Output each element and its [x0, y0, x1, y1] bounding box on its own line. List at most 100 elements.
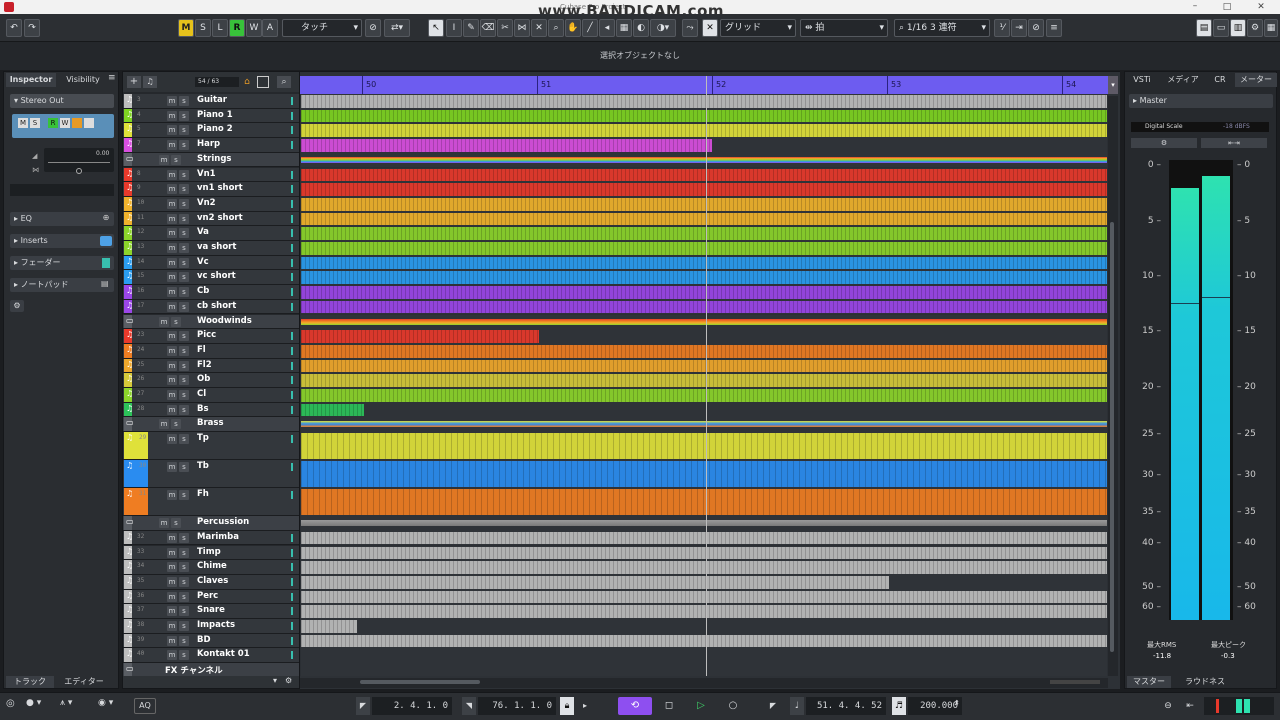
lane-tp[interactable]: [301, 432, 1107, 461]
solo-button[interactable]: s: [179, 110, 189, 121]
track-row-cb-short[interactable]: ♫ 17 m s cb short: [123, 299, 299, 315]
mute-button[interactable]: m: [167, 532, 177, 543]
midi-part[interactable]: [301, 212, 1107, 226]
solo-button[interactable]: s: [171, 316, 181, 327]
tempo-spin-icon[interactable]: ⬍: [954, 699, 960, 707]
locate-icon[interactable]: ◤: [766, 697, 780, 715]
solo-button[interactable]: s: [179, 635, 189, 646]
close-button[interactable]: ✕: [1246, 0, 1276, 14]
track-row-chime[interactable]: ♫ 34 m s Chime: [123, 560, 299, 575]
midi-part[interactable]: [301, 403, 364, 417]
midi-part[interactable]: [301, 561, 1107, 574]
solo-button[interactable]: s: [179, 287, 189, 298]
line-tool-icon[interactable]: ╱: [582, 19, 598, 37]
midi-part[interactable]: [301, 300, 1107, 314]
solo-all-button[interactable]: S: [195, 19, 211, 37]
midi-part[interactable]: [301, 590, 1107, 604]
track-row-piano-1[interactable]: ♫ 4 m s Piano 1: [123, 108, 299, 124]
solo-button[interactable]: s: [179, 125, 189, 136]
timeline-ruler[interactable]: 50 51 52 53 54: [300, 76, 1108, 94]
mute-button[interactable]: m: [167, 243, 177, 253]
midi-part[interactable]: [301, 168, 1107, 182]
mute-button[interactable]: m: [167, 96, 177, 106]
ruler-bar-54[interactable]: 54: [1062, 76, 1076, 94]
track-row-vc[interactable]: ♫ 14 m s Vc: [123, 255, 299, 271]
audio-performance-button[interactable]: ⩚ ▾: [60, 698, 86, 714]
midi-part[interactable]: [301, 359, 1107, 373]
mute-button[interactable]: m: [167, 272, 177, 283]
fader-handle[interactable]: [48, 162, 110, 163]
hand-tool-icon[interactable]: ✋: [565, 19, 581, 37]
track-row-fh[interactable]: ♫ 31 m s Fh: [123, 488, 299, 517]
ruler-bar-51[interactable]: 51: [537, 76, 551, 94]
right-locator-display[interactable]: 76. 1. 1. 0: [478, 697, 556, 715]
undo-button[interactable]: ↶: [6, 19, 22, 37]
vsti-tab[interactable]: VSTi: [1127, 73, 1157, 87]
maximize-button[interactable]: □: [1212, 0, 1242, 14]
mute-button[interactable]: m: [167, 257, 177, 268]
mute-button[interactable]: m: [159, 316, 169, 327]
time-format-icon[interactable]: ♩: [790, 697, 804, 715]
mute-tool-icon[interactable]: ✕: [531, 19, 547, 37]
solo-button[interactable]: s: [179, 140, 189, 151]
lane-ob[interactable]: [301, 373, 1107, 388]
punch-in-icon[interactable]: ▸: [578, 697, 592, 715]
meter-reset-button[interactable]: ⇤⇥: [1201, 138, 1267, 148]
track-row-ob[interactable]: ♫ 26 m s Ob: [123, 373, 299, 388]
midi-part[interactable]: [301, 227, 1107, 240]
track-row-vn1[interactable]: ♫ 8 m s Vn1: [123, 167, 299, 183]
midi-part[interactable]: [301, 546, 1107, 560]
solo-button[interactable]: s: [179, 462, 189, 473]
midi-part[interactable]: [301, 286, 1107, 299]
mute-button[interactable]: m: [167, 490, 177, 501]
lane-guitar[interactable]: [301, 94, 1107, 109]
stop-button[interactable]: ◻: [654, 697, 684, 715]
mute-button[interactable]: m: [167, 360, 177, 371]
mute-button[interactable]: m: [167, 287, 177, 298]
track-lower-tab[interactable]: トラック: [6, 676, 54, 688]
solo-button[interactable]: s: [179, 169, 189, 180]
object-selection-tool[interactable]: ↖: [428, 19, 444, 37]
right-locator-icon[interactable]: ◥: [462, 697, 476, 715]
snap-type-select[interactable]: グリッド ▾: [720, 19, 796, 37]
ruler-bar-52[interactable]: 52: [712, 76, 726, 94]
input-routing-field[interactable]: [10, 184, 114, 196]
visibility-tab[interactable]: Visibility: [60, 73, 106, 87]
track-row-tb[interactable]: ♫ 30 m s Tb: [123, 460, 299, 489]
cycle-button[interactable]: ⟲: [618, 697, 652, 715]
track-row-piano-2[interactable]: ♫ 5 m s Piano 2: [123, 123, 299, 139]
solo-button[interactable]: s: [179, 243, 189, 253]
solo-button[interactable]: s: [179, 404, 189, 415]
solo-button[interactable]: s: [179, 257, 189, 268]
layout-panels-icon[interactable]: ▦: [1264, 19, 1278, 37]
add-track-button[interactable]: +: [127, 76, 141, 88]
solo-button[interactable]: s: [171, 154, 181, 165]
meter-tab[interactable]: メーター: [1235, 73, 1277, 87]
autoscroll-button[interactable]: ⇄▾: [384, 19, 410, 37]
solo-button[interactable]: s: [179, 650, 189, 661]
midi-part[interactable]: [301, 330, 539, 343]
ruler-bar-53[interactable]: 53: [887, 76, 901, 94]
monitor-icon[interactable]: [72, 118, 82, 128]
snap-to-zero-button[interactable]: ✕: [702, 19, 718, 37]
fit-icon[interactable]: [257, 76, 269, 88]
midi-part[interactable]: [301, 634, 1107, 648]
solo-button[interactable]: s: [179, 434, 189, 445]
editor-lower-tab[interactable]: エディター: [56, 676, 112, 688]
lane-vn1[interactable]: [301, 167, 1107, 183]
lane-vc[interactable]: [301, 255, 1107, 271]
lane-va[interactable]: [301, 226, 1107, 241]
lock-icon[interactable]: 🔒︎: [560, 697, 574, 715]
track-row-vn2[interactable]: ♫ 10 m s Vn2: [123, 196, 299, 212]
mute-button[interactable]: m: [167, 345, 177, 356]
read-button[interactable]: R: [48, 118, 58, 128]
erase-tool-icon[interactable]: ⌫: [480, 19, 496, 37]
lane-piano-1[interactable]: [301, 108, 1107, 124]
mute-button[interactable]: M: [18, 118, 28, 128]
lane-vn1-short[interactable]: [301, 182, 1107, 197]
mute-button[interactable]: m: [167, 562, 177, 573]
midi-part[interactable]: [301, 344, 1107, 358]
track-row-guitar[interactable]: ♫ 3 m s Guitar: [123, 94, 299, 109]
solo-button[interactable]: s: [179, 532, 189, 543]
marker-icon[interactable]: ⊖: [1160, 697, 1176, 715]
